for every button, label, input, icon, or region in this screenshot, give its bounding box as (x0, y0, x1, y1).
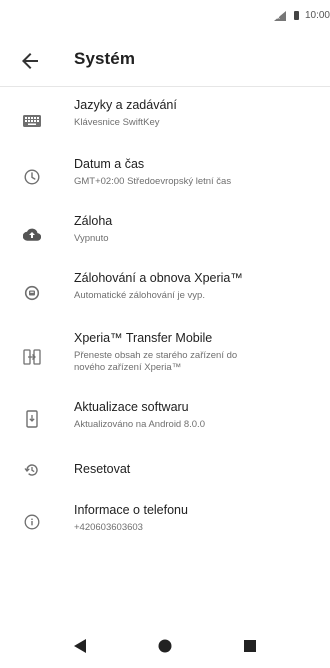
arrow-left-icon (22, 53, 38, 69)
status-time: 10:00 (304, 10, 330, 21)
settings-item-title: Resetovat (74, 462, 131, 476)
settings-item-title: Informace o telefonu (74, 503, 188, 517)
settings-item-subtitle: Přeneste obsah ze starého zařízení do no… (74, 350, 320, 374)
settings-item-subtitle: +420603603603 (74, 522, 143, 533)
settings-item-title: Zálohování a obnova Xperia™ (74, 271, 243, 285)
settings-item-title: Datum a čas (74, 157, 145, 171)
page-title: Systém (74, 49, 136, 68)
nav-home-icon (158, 639, 172, 653)
nav-back-icon (74, 639, 86, 653)
status-icons: x 10:00 (273, 10, 330, 21)
settings-item-title: Aktualizace softwaru (74, 400, 189, 414)
settings-item-languages[interactable]: Jazyky a zadávání Klávesnice SwiftKey (0, 87, 330, 145)
settings-item-date-time[interactable]: Datum a čas GMT+02:00 Středoevropský let… (0, 145, 330, 203)
clock-icon (22, 167, 42, 187)
battery-icon (293, 11, 299, 20)
navigation-bar (0, 624, 330, 668)
settings-item-transfer[interactable]: Xperia™ Transfer Mobile Přeneste obsah z… (0, 321, 330, 389)
settings-item-subtitle: Automatické zálohování je vyp. (74, 290, 205, 301)
settings-item-subtitle: Vypnuto (74, 233, 109, 244)
nav-back-button[interactable] (70, 636, 90, 656)
keyboard-icon (22, 112, 42, 132)
settings-item-title: Jazyky a zadávání (74, 98, 177, 112)
info-icon (22, 512, 42, 532)
nav-recents-button[interactable] (240, 636, 260, 656)
system-update-icon (22, 409, 42, 429)
settings-item-software-update[interactable]: Aktualizace softwaru Aktualizováno na An… (0, 389, 330, 449)
settings-item-xperia-backup[interactable]: Zálohování a obnova Xperia™ Automatické … (0, 261, 330, 321)
subtitle-line: nového zařízení Xperia™ (74, 362, 182, 373)
app-bar: Systém (0, 36, 330, 87)
subtitle-line: Přeneste obsah ze starého zařízení do (74, 350, 238, 361)
svg-text:x: x (277, 15, 280, 21)
settings-item-subtitle: GMT+02:00 Středoevropský letní čas (74, 176, 232, 187)
transfer-icon (22, 347, 42, 367)
signal-icon: x (273, 10, 286, 21)
settings-item-reset[interactable]: Resetovat (0, 449, 330, 491)
nav-recents-icon (244, 640, 256, 652)
history-icon (22, 460, 42, 480)
cloud-upload-icon (22, 224, 42, 244)
settings-item-subtitle: Aktualizováno na Android 8.0.0 (74, 419, 205, 430)
settings-item-title: Záloha (74, 214, 113, 228)
back-button[interactable] (18, 49, 42, 73)
settings-list: Jazyky a zadávání Klávesnice SwiftKey Da… (0, 87, 330, 547)
backup-restore-icon (22, 283, 42, 303)
settings-item-title: Xperia™ Transfer Mobile (74, 331, 213, 345)
nav-home-button[interactable] (155, 636, 175, 656)
status-bar: x 10:00 (0, 0, 330, 36)
settings-item-subtitle: Klávesnice SwiftKey (74, 117, 160, 128)
settings-item-backup[interactable]: Záloha Vypnuto (0, 203, 330, 261)
settings-item-about-phone[interactable]: Informace o telefonu +420603603603 (0, 491, 330, 547)
